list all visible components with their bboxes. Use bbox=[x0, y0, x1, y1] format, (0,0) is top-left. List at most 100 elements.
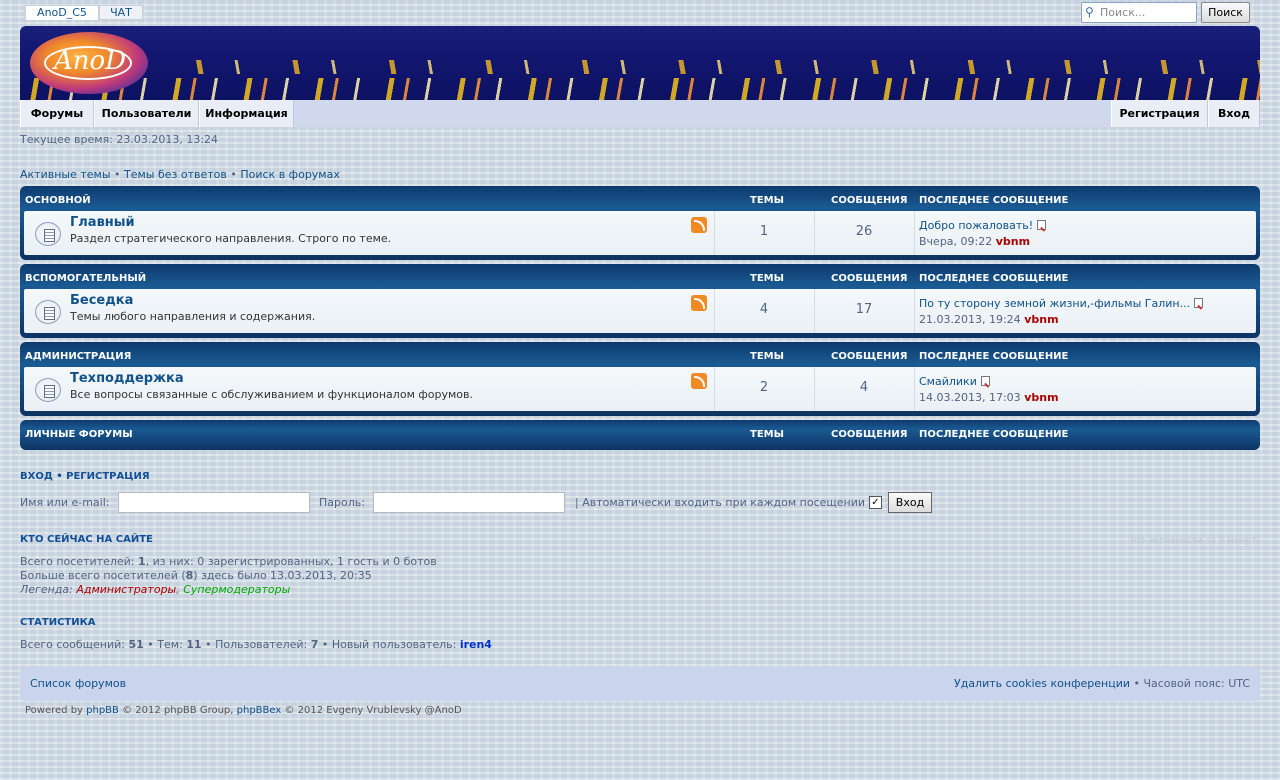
last-post-link[interactable]: Добро пожаловать! bbox=[919, 219, 1047, 232]
login-heading: ВХОД • РЕГИСТРАЦИЯ bbox=[20, 471, 150, 482]
view-latest-post-icon[interactable] bbox=[1194, 298, 1204, 308]
banner-decoration bbox=[20, 78, 1260, 100]
online-period-note: (по активности за 5 минут) bbox=[1130, 536, 1260, 546]
forum-description: Раздел стратегического направления. Стро… bbox=[70, 232, 392, 245]
col-posts: СООБЩЕНИЯ bbox=[831, 273, 908, 284]
posts-count: 26 bbox=[855, 224, 873, 239]
forum-title[interactable]: Техподдержка bbox=[70, 371, 184, 386]
phpbbex-link[interactable]: phpBBex bbox=[237, 705, 282, 716]
online-legend: Легенда: Администраторы, Супермодераторы bbox=[20, 583, 291, 596]
category-title[interactable]: ЛИЧНЫЕ ФОРУМЫ bbox=[25, 429, 133, 440]
separator: • bbox=[110, 168, 124, 181]
login-form: Имя или e-mail: Пароль: | Автоматически … bbox=[20, 492, 1260, 514]
online-record: Больше всего посетителей (8) здесь было … bbox=[20, 569, 372, 582]
category-header: АДМИНИСТРАЦИЯ ТЕМЫ СООБЩЕНИЯ ПОСЛЕДНЕЕ С… bbox=[24, 342, 1256, 367]
main-nav: Форумы Пользователи Информация Регистрац… bbox=[20, 100, 1260, 127]
footer-bar: Список форумов Удалить cookies конференц… bbox=[20, 667, 1260, 701]
category-header: ОСНОВНОЙ ТЕМЫ СООБЩЕНИЯ ПОСЛЕДНЕЕ СООБЩЕ… bbox=[24, 186, 1256, 211]
topics-count: 4 bbox=[759, 302, 769, 317]
timezone-text: • Часовой пояс: UTC bbox=[1130, 677, 1250, 690]
unanswered-topics-link[interactable]: Темы без ответов bbox=[124, 168, 227, 181]
view-latest-post-icon[interactable] bbox=[1037, 220, 1047, 230]
banner-decoration bbox=[170, 60, 1260, 74]
login-link[interactable]: ВХОД bbox=[20, 471, 53, 482]
col-topics: ТЕМЫ bbox=[750, 273, 784, 284]
register-link[interactable]: РЕГИСТРАЦИЯ bbox=[66, 471, 149, 482]
username-label: Имя или e-mail: bbox=[20, 496, 110, 509]
nav-forums[interactable]: Форумы bbox=[20, 100, 94, 127]
search-input[interactable]: ⚲ Поиск... bbox=[1081, 2, 1197, 23]
stats-line: Всего сообщений: 51 • Тем: 11 • Пользова… bbox=[20, 638, 492, 651]
newest-user-link[interactable]: iren4 bbox=[460, 638, 492, 651]
last-post-meta: 21.03.2013, 19:24 vbnm bbox=[919, 313, 1059, 326]
col-last-post: ПОСЛЕДНЕЕ СООБЩЕНИЕ bbox=[919, 351, 1069, 362]
category-block: ВСПОМОГАТЕЛЬНЫЙ ТЕМЫ СООБЩЕНИЯ ПОСЛЕДНЕЕ… bbox=[20, 264, 1260, 338]
autologin-label: | Автоматически входить при каждом посещ… bbox=[575, 496, 866, 509]
last-post-user[interactable]: vbnm bbox=[1024, 391, 1058, 404]
login-button[interactable]: Вход bbox=[888, 492, 932, 513]
category-title[interactable]: ВСПОМОГАТЕЛЬНЫЙ bbox=[25, 273, 146, 284]
site-tab-anod[interactable]: AnoD_C5 bbox=[25, 5, 99, 20]
forum-title[interactable]: Главный bbox=[70, 215, 135, 230]
category-block: АДМИНИСТРАЦИЯ ТЕМЫ СООБЩЕНИЯ ПОСЛЕДНЕЕ С… bbox=[20, 342, 1260, 416]
autologin-checkbox[interactable]: ✓ bbox=[869, 496, 882, 509]
col-last-post: ПОСЛЕДНЕЕ СООБЩЕНИЕ bbox=[919, 429, 1069, 440]
rss-icon[interactable] bbox=[691, 373, 707, 389]
last-post-user[interactable]: vbnm bbox=[1024, 313, 1058, 326]
phpbb-link[interactable]: phpBB bbox=[86, 705, 119, 716]
nav-info[interactable]: Информация bbox=[199, 100, 294, 127]
powered-by: Powered by phpBB © 2012 phpBB Group, php… bbox=[25, 705, 462, 716]
nav-register[interactable]: Регистрация bbox=[1111, 100, 1208, 127]
category-header: ЛИЧНЫЕ ФОРУМЫ ТЕМЫ СООБЩЕНИЯ ПОСЛЕДНЕЕ С… bbox=[24, 420, 1256, 445]
online-total: Всего посетителей: 1, из них: 0 зарегист… bbox=[20, 555, 437, 568]
logo-text: AnoD bbox=[53, 46, 127, 76]
username-field[interactable] bbox=[118, 492, 310, 513]
site-logo[interactable]: AnoD bbox=[30, 32, 155, 94]
col-last-post: ПОСЛЕДНЕЕ СООБЩЕНИЕ bbox=[919, 273, 1069, 284]
posts-count: 17 bbox=[855, 302, 873, 317]
nav-users[interactable]: Пользователи bbox=[94, 100, 199, 127]
last-post-meta: Вчера, 09:22 vbnm bbox=[919, 235, 1031, 248]
legend-supermods-link[interactable]: Супермодераторы bbox=[183, 583, 290, 596]
legend-admins-link[interactable]: Администраторы bbox=[76, 583, 176, 596]
forum-row: Техподдержка Все вопросы связанные с обс… bbox=[24, 367, 1256, 411]
active-topics-link[interactable]: Активные темы bbox=[20, 168, 111, 181]
footer-right: Удалить cookies конференции • Часовой по… bbox=[954, 677, 1250, 690]
col-topics: ТЕМЫ bbox=[750, 429, 784, 440]
posts-count: 4 bbox=[859, 380, 869, 395]
forum-description: Темы любого направления и содержания. bbox=[70, 310, 316, 323]
col-posts: СООБЩЕНИЯ bbox=[831, 429, 908, 440]
site-banner: AnoD bbox=[20, 26, 1260, 100]
password-label: Пароль: bbox=[319, 496, 365, 509]
category-title[interactable]: АДМИНИСТРАЦИЯ bbox=[25, 351, 131, 362]
forum-description: Все вопросы связанные с обслуживанием и … bbox=[70, 388, 473, 401]
category-header: ВСПОМОГАТЕЛЬНЫЙ ТЕМЫ СООБЩЕНИЯ ПОСЛЕДНЕЕ… bbox=[24, 264, 1256, 289]
rss-icon[interactable] bbox=[691, 217, 707, 233]
category-block: ЛИЧНЫЕ ФОРУМЫ ТЕМЫ СООБЩЕНИЯ ПОСЛЕДНЕЕ С… bbox=[20, 420, 1260, 450]
category-title[interactable]: ОСНОВНОЙ bbox=[25, 195, 91, 206]
nav-login[interactable]: Вход bbox=[1208, 100, 1260, 127]
separator: • bbox=[226, 168, 241, 181]
col-last-post: ПОСЛЕДНЕЕ СООБЩЕНИЕ bbox=[919, 195, 1069, 206]
stats-heading: СТАТИСТИКА bbox=[20, 617, 96, 628]
forum-title[interactable]: Беседка bbox=[70, 293, 133, 308]
search-button[interactable]: Поиск bbox=[1201, 2, 1250, 23]
last-post-link[interactable]: Смайлики bbox=[919, 375, 990, 388]
rss-icon[interactable] bbox=[691, 295, 707, 311]
last-post-link[interactable]: По ту сторону земной жизни,-фильмы Галин… bbox=[919, 297, 1204, 310]
last-post-meta: 14.03.2013, 17:03 vbnm bbox=[919, 391, 1059, 404]
forum-index-link[interactable]: Список форумов bbox=[30, 677, 126, 690]
search-icon: ⚲ bbox=[1085, 5, 1094, 19]
topics-count: 2 bbox=[759, 380, 769, 395]
online-heading: КТО СЕЙЧАС НА САЙТЕ bbox=[20, 534, 153, 545]
password-field[interactable] bbox=[373, 492, 565, 513]
current-time: Текущее время: 23.03.2013, 13:24 bbox=[20, 133, 219, 146]
view-latest-post-icon[interactable] bbox=[980, 376, 990, 386]
col-posts: СООБЩЕНИЯ bbox=[831, 351, 908, 362]
separator: • bbox=[52, 471, 67, 482]
site-tab-chat[interactable]: ЧАТ bbox=[99, 5, 143, 20]
quick-links: Активные темы • Темы без ответов • Поиск… bbox=[20, 168, 340, 181]
last-post-user[interactable]: vbnm bbox=[996, 235, 1030, 248]
delete-cookies-link[interactable]: Удалить cookies конференции bbox=[954, 677, 1130, 690]
search-forums-link[interactable]: Поиск в форумах bbox=[240, 168, 340, 181]
